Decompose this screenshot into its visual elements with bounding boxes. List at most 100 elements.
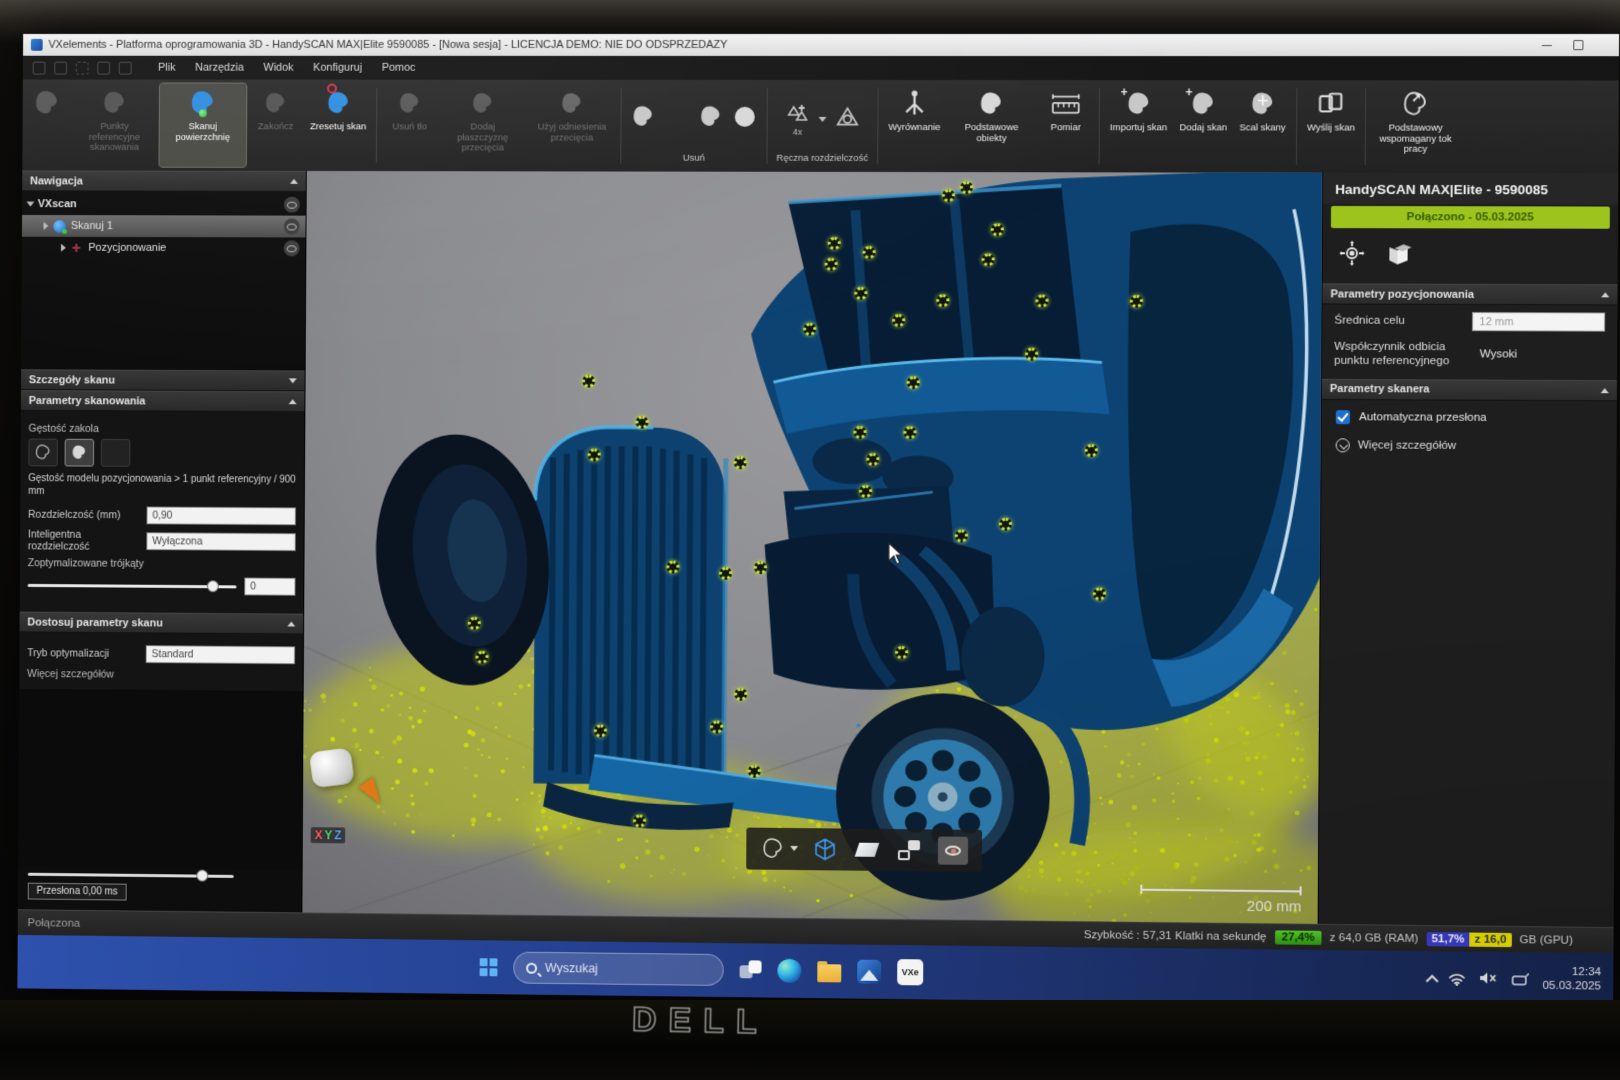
delete-curve-icon[interactable] (664, 104, 690, 135)
more-details-link[interactable]: Więcej szczegółów (27, 668, 295, 682)
shutter-slider[interactable] (28, 873, 234, 878)
windows-start-button[interactable] (480, 958, 498, 976)
expander-icon[interactable] (61, 244, 66, 252)
delete-patch-icon[interactable] (698, 104, 724, 135)
checkbox-checked-icon[interactable] (1336, 410, 1350, 424)
wifi-icon[interactable] (1448, 972, 1466, 986)
expander-icon[interactable] (43, 222, 48, 230)
tree-node-positioning[interactable]: Pozycjonowanie (22, 237, 306, 260)
expander-icon[interactable] (27, 202, 35, 207)
visibility-eye-icon[interactable] (284, 240, 300, 256)
menu-pomoc[interactable]: Pomoc (373, 59, 425, 77)
taskbar-clock[interactable]: 12:34 05.03.2025 (1542, 966, 1601, 995)
merge-scans-icon: ＋ (1248, 88, 1276, 120)
3d-viewport[interactable]: X Y Z (302, 171, 1322, 924)
guided-workflow-button[interactable]: ➚ Podstawowy wspomagany tok pracy (1371, 84, 1461, 169)
positioning-params-header[interactable]: Parametry pozycjonowania (1322, 283, 1617, 305)
clipping-plane-icon[interactable] (854, 837, 880, 863)
visibility-toggle[interactable] (938, 837, 968, 865)
use-cut-reference-button[interactable]: Użyj odniesienia przecięcia (528, 84, 616, 168)
view-gizmo[interactable] (309, 747, 355, 788)
device-more-details[interactable]: Więcej szczegółów (1321, 428, 1616, 464)
tray-overflow-chevron-icon[interactable] (1426, 974, 1439, 987)
layout-icon[interactable] (33, 61, 46, 74)
menu-widok[interactable]: Widok (255, 59, 303, 77)
merge-scans-button[interactable]: ＋ Scal skany (1234, 84, 1291, 168)
layout-icon[interactable] (97, 61, 110, 74)
vxelements-app-icon[interactable]: VXe (897, 959, 923, 985)
navigation-header[interactable]: Nawigacja (22, 170, 306, 191)
tree-node-vxscan[interactable]: VXscan (22, 193, 306, 215)
alignment-button[interactable]: Wyrównanie (883, 84, 946, 168)
auto-shutter-row[interactable]: Automatyczna przesłona (1322, 400, 1617, 430)
slider-thumb[interactable] (197, 870, 209, 882)
reset-scan-button[interactable]: Zresetuj skan (305, 84, 372, 167)
ram-total-text: z 64,0 GB (RAM) (1330, 931, 1419, 944)
primitives-button[interactable]: Podstawowe obiekty (947, 84, 1036, 168)
gpu-unit-text: GB (GPU) (1520, 934, 1573, 947)
measure-icon (1051, 88, 1081, 120)
volume-muted-icon[interactable] (1480, 970, 1498, 987)
laptop-deck (0, 1000, 1620, 1080)
finish-button[interactable]: Zakończ (248, 84, 304, 167)
import-scan-button[interactable]: + Importuj skan (1105, 84, 1173, 168)
visibility-eye-icon[interactable] (284, 219, 300, 235)
pen-icon[interactable] (1511, 972, 1529, 986)
chevron-up-icon (289, 399, 297, 404)
finish-icon (263, 88, 289, 120)
edge-browser-icon[interactable] (777, 959, 801, 983)
resolution-dropdown-caret[interactable] (818, 117, 826, 122)
surface-mode-icon[interactable] (1385, 240, 1416, 271)
add-cutting-plane-button[interactable]: Dodaj płaszczyznę przecięcia (439, 84, 527, 168)
bounding-box-icon[interactable] (812, 837, 838, 863)
scan-params-header[interactable]: Parametry skanowania (21, 390, 305, 412)
scan-node-icon (53, 220, 66, 233)
mesh-display-mode-icon[interactable] (760, 836, 786, 862)
layout-icon[interactable] (76, 61, 89, 74)
task-view-button[interactable] (740, 960, 762, 980)
adjust-params-header[interactable]: Dostosuj parametry skanu (20, 612, 304, 635)
remove-background-button[interactable]: Usuń tło (382, 84, 438, 168)
optimization-mode-select[interactable]: Standard (146, 645, 295, 664)
minimize-button[interactable] (1542, 39, 1554, 51)
taskbar-search[interactable] (513, 952, 724, 986)
scanner-button[interactable] (24, 83, 69, 166)
delete-scan-icon[interactable] (630, 104, 656, 135)
slider-thumb[interactable] (207, 580, 219, 592)
smart-resolution-select[interactable]: Wyłączona (146, 532, 295, 551)
delete-all-icon[interactable] (732, 104, 758, 135)
add-scan-button[interactable]: + Dodaj skan (1174, 84, 1232, 168)
device-name: HandySCAN MAX|Elite - 9590085 (1323, 173, 1618, 205)
scanner-params-header[interactable]: Parametry skanera (1322, 379, 1617, 401)
triangles-value-input[interactable]: 0 (244, 578, 295, 596)
maximize-button[interactable] (1572, 39, 1584, 51)
resolution-4x-button[interactable]: 4x (785, 102, 811, 136)
resolution-input[interactable]: 0,90 (146, 507, 295, 526)
fill-option-solid-icon[interactable] (65, 439, 95, 467)
search-input[interactable] (545, 961, 684, 977)
fill-option-outline-icon[interactable] (28, 439, 58, 467)
file-explorer-icon[interactable] (817, 964, 841, 982)
visibility-eye-icon[interactable] (284, 197, 300, 213)
target-diameter-label: Średnica celu (1334, 314, 1464, 329)
fill-mode-label: Gęstość zakola (29, 423, 297, 436)
scan-details-header[interactable]: Szczegóły skanu (21, 369, 305, 391)
menu-plik[interactable]: Plik (149, 59, 184, 77)
scan-targets-button[interactable]: Punkty referencyjne skanowania (71, 83, 158, 166)
send-scan-button[interactable]: Wyślij skan (1302, 84, 1361, 169)
fill-option-partial-icon[interactable] (101, 439, 131, 467)
target-diameter-input[interactable]: 12 mm (1472, 312, 1605, 332)
resolution-target-button[interactable] (834, 104, 860, 135)
layout-icon[interactable] (119, 61, 132, 74)
tree-node-scan1[interactable]: Skanuj 1 (22, 215, 306, 237)
layout-icon[interactable] (54, 61, 67, 74)
viewport-layout-icon[interactable] (896, 837, 922, 863)
menu-narzedzia[interactable]: Narzędzia (186, 59, 252, 77)
positioning-mode-icon[interactable] (1337, 238, 1368, 273)
scan-surface-button[interactable]: Skanuj powierzchnię (159, 84, 246, 167)
dropdown-caret-icon[interactable] (790, 846, 798, 851)
photos-app-icon[interactable] (857, 960, 881, 984)
triangles-slider[interactable] (28, 583, 237, 587)
measure-button[interactable]: Pomiar (1037, 84, 1094, 168)
menu-konfiguruj[interactable]: Konfiguruj (304, 59, 371, 77)
